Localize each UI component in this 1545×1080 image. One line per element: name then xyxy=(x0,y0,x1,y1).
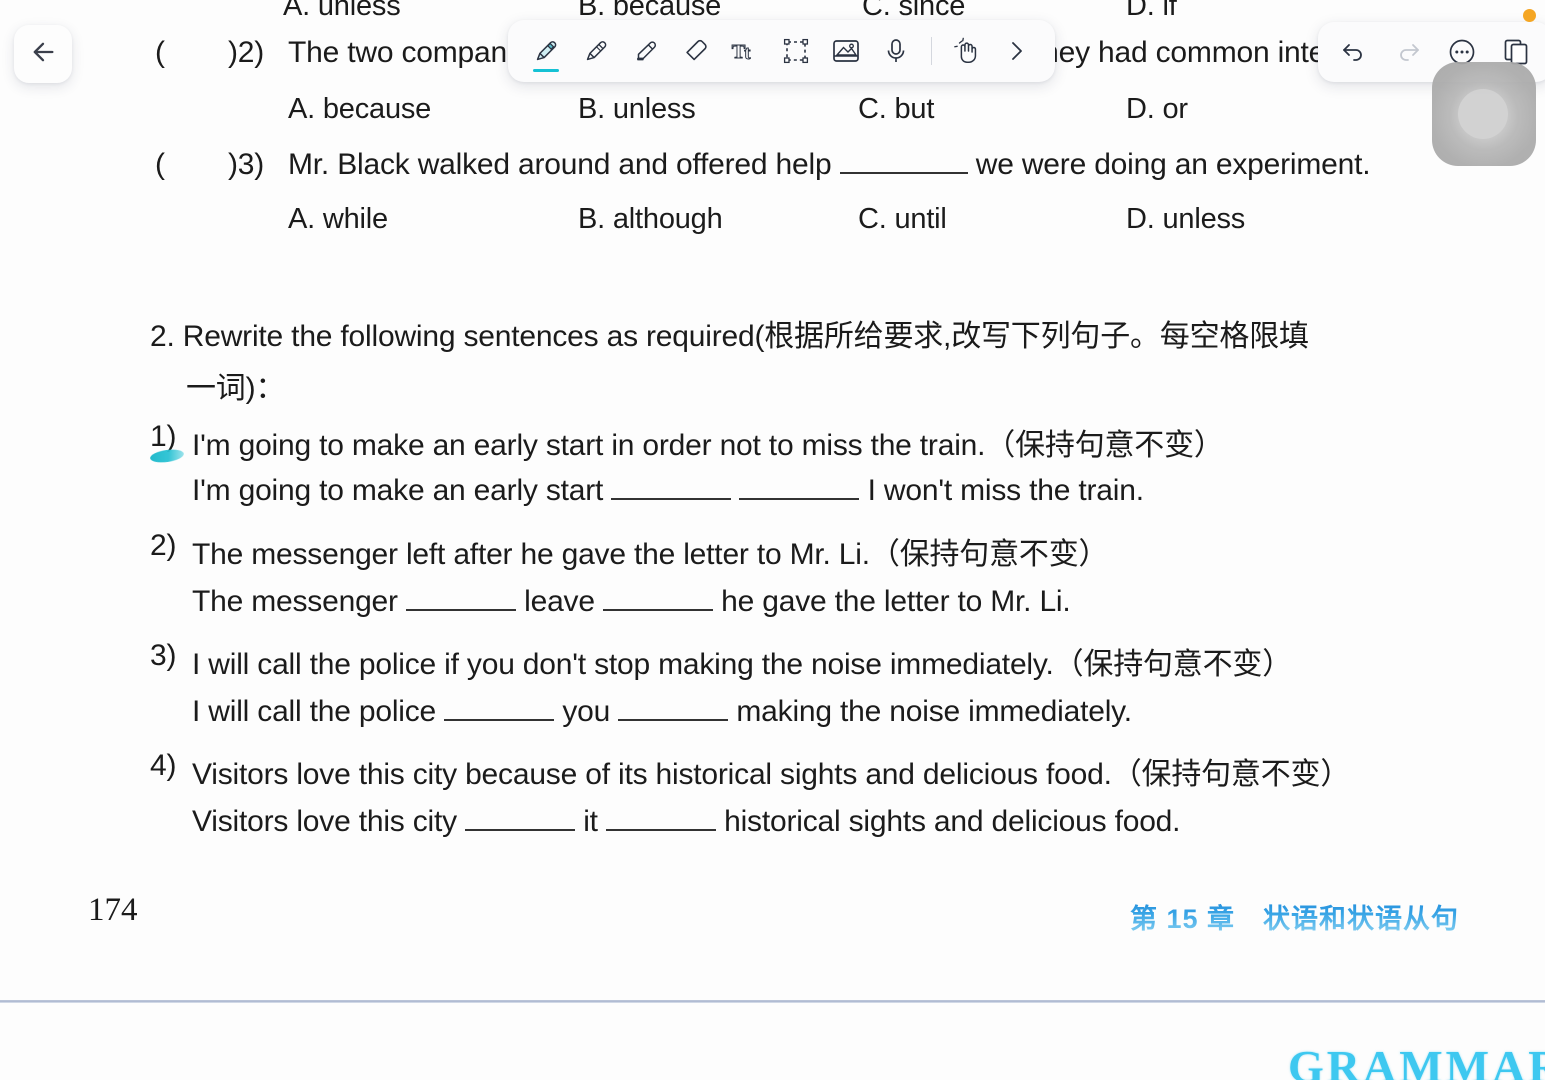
drawing-toolbar[interactable]: T t xyxy=(508,20,1055,82)
answer-blank[interactable] xyxy=(618,695,729,721)
question2-number: )2) xyxy=(228,36,265,69)
status-dot xyxy=(1523,9,1536,22)
microphone-icon[interactable] xyxy=(874,28,918,74)
hand-icon[interactable] xyxy=(945,28,989,74)
pen-icon[interactable] xyxy=(524,28,568,74)
answer-blank[interactable] xyxy=(405,585,516,611)
question2-bracket-open: ( xyxy=(155,36,165,69)
question3-option-a: A. while xyxy=(288,203,388,235)
item-2-number: 2) xyxy=(150,529,177,562)
section2-heading-line2: 一词)： xyxy=(186,372,286,405)
worksheet-page[interactable]: A. unless B. because C. since D. if ( )2… xyxy=(0,0,1545,1080)
page-number: 174 xyxy=(88,892,138,928)
question3-stem: Mr. Black walked around and offered help… xyxy=(288,148,1371,181)
item-3-prompt: I will call the police if you don't stop… xyxy=(192,648,1293,681)
redo-icon[interactable] xyxy=(1386,29,1430,75)
question2-option-b: B. unless xyxy=(578,93,696,125)
eraser-icon[interactable] xyxy=(674,28,718,74)
chapter-label: 第 15 章 状语和状语从句 xyxy=(1130,897,1459,936)
touch-cursor-indicator xyxy=(1432,62,1536,166)
text-icon[interactable]: T t xyxy=(724,28,768,74)
grammar-watermark: GRAMMAR xyxy=(1288,1041,1545,1080)
item-2-prompt: The messenger left after he gave the let… xyxy=(192,538,1109,571)
question3-option-b: B. although xyxy=(578,203,723,235)
answer-blank[interactable] xyxy=(465,805,576,831)
app-root: A. unless B. because C. since D. if ( )2… xyxy=(0,0,1545,1080)
highlighter-icon[interactable] xyxy=(624,28,668,74)
question2-option-c: C. but xyxy=(858,93,935,125)
item-3-number: 3) xyxy=(150,639,177,672)
question2-option-a: A. because xyxy=(288,93,432,125)
item-4-number: 4) xyxy=(150,749,177,782)
answer-blank[interactable] xyxy=(603,585,713,611)
item-2-answer-line[interactable]: The messenger leave he gave the letter t… xyxy=(192,585,1071,619)
question2-stem-after: they had common inte xyxy=(1034,36,1326,69)
chevron-right-icon[interactable] xyxy=(995,28,1039,74)
item-3-answer-line[interactable]: I will call the police you making the no… xyxy=(192,695,1132,729)
item-4-prompt: Visitors love this city because of its h… xyxy=(192,758,1351,791)
page-divider xyxy=(0,1000,1545,1003)
question3-bracket-open: ( xyxy=(155,148,165,181)
answer-blank[interactable] xyxy=(611,474,732,500)
image-icon[interactable] xyxy=(824,28,868,74)
mc-partial-option-d: D. if xyxy=(1126,0,1177,22)
question3-number: )3) xyxy=(228,148,265,181)
question2-option-d: D. or xyxy=(1126,93,1188,125)
question3-option-c: C. until xyxy=(858,203,947,235)
undo-icon[interactable] xyxy=(1332,29,1376,75)
pencil-icon[interactable] xyxy=(574,28,618,74)
answer-blank[interactable] xyxy=(739,474,860,500)
question2-stem-before: The two compan xyxy=(288,36,507,69)
arrow-left-icon xyxy=(29,38,57,71)
lasso-select-icon[interactable] xyxy=(774,28,818,74)
answer-blank[interactable] xyxy=(839,148,968,174)
mc-partial-option-a: A. unless xyxy=(283,0,401,22)
item-1-prompt: I'm going to make an early start in orde… xyxy=(192,429,1224,462)
answer-blank[interactable] xyxy=(605,805,716,831)
question3-option-d: D. unless xyxy=(1126,203,1246,235)
section2-heading-line1: 2. Rewrite the following sentences as re… xyxy=(150,320,1309,353)
toolbar-separator xyxy=(931,37,932,65)
item-4-answer-line[interactable]: Visitors love this city it historical si… xyxy=(192,805,1181,839)
back-button[interactable] xyxy=(14,25,72,83)
answer-blank[interactable] xyxy=(444,695,555,721)
svg-text:t: t xyxy=(744,43,751,64)
item-1-answer-line[interactable]: I'm going to make an early start I won't… xyxy=(192,474,1144,508)
